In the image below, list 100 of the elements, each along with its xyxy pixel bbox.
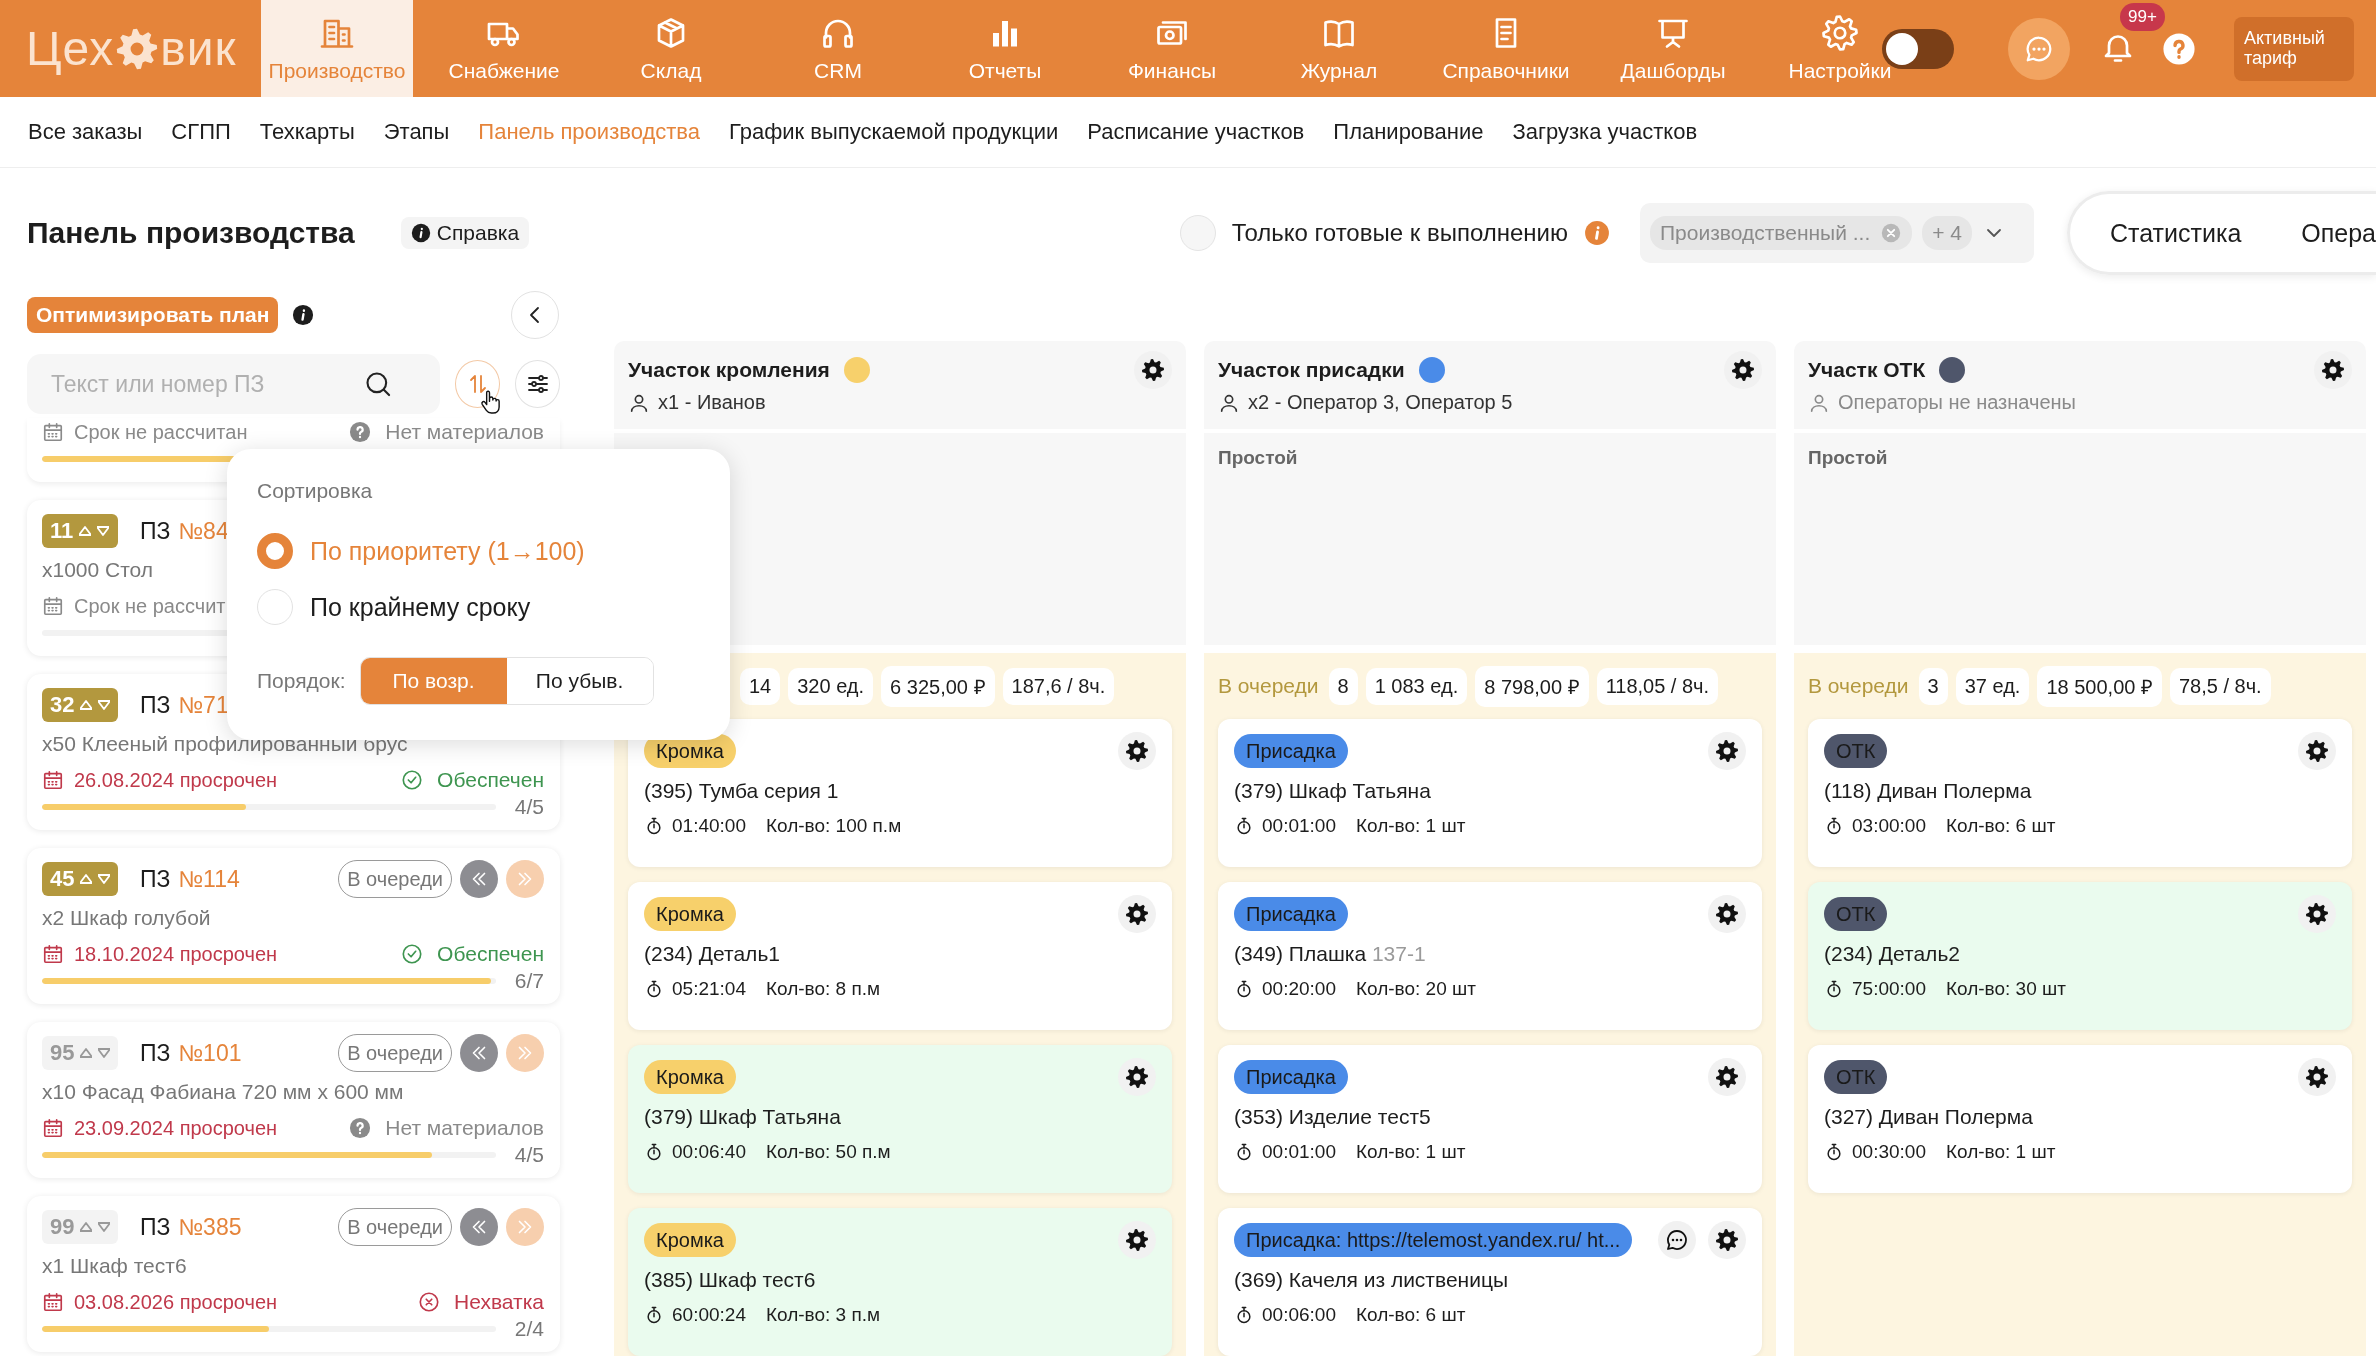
info-icon <box>1584 220 1610 246</box>
caret-down-icon <box>97 526 110 536</box>
settings-button[interactable] <box>1708 895 1746 933</box>
tariff-button[interactable]: Активный тариф <box>2234 16 2354 81</box>
help-link[interactable]: Справка <box>400 217 530 249</box>
task-quantity: Кол-во: 100 п.м <box>765 815 902 837</box>
help-icon[interactable] <box>2162 31 2196 66</box>
view-tab[interactable]: Опера <box>2301 218 2376 248</box>
subnav-link[interactable]: Все заказы <box>28 119 143 145</box>
task-title: (379) Шкаф Татьяна <box>644 1105 842 1129</box>
settings-button[interactable] <box>2314 351 2352 389</box>
task-title: (118) Диван Полерма <box>1824 779 2033 803</box>
check-circle-icon <box>401 769 424 791</box>
cross-circle-icon <box>418 1291 441 1313</box>
sort-option[interactable]: По крайнему сроку <box>257 589 700 625</box>
task-card[interactable]: Кромка (395) Тумба серия 1 01:40:00 Кол-во: 100 п.м <box>628 719 1172 867</box>
filter-button[interactable] <box>515 360 560 408</box>
subnav-link[interactable]: Планирование <box>1333 119 1484 145</box>
question-icon <box>349 421 372 443</box>
task-duration: 01:40:00 <box>672 815 746 837</box>
task-card[interactable]: Присадка (379) Шкаф Татьяна 00:01:00 Кол-во: 1 шт <box>1218 719 1762 867</box>
task-card[interactable]: ОТК (118) Диван Полерма 03:00:00 Кол-во: 6 шт <box>1808 719 2352 867</box>
caret-up-icon <box>80 1222 93 1232</box>
view-tab[interactable]: Статистика <box>2110 218 2242 248</box>
settings-icon <box>1141 358 1165 382</box>
radio-button[interactable] <box>1179 215 1216 251</box>
task-quantity: Кол-во: 20 шт <box>1355 978 1476 1000</box>
task-card[interactable]: ОТК (327) Диван Полерма 00:30:00 Кол-во: 1 шт <box>1808 1045 2352 1193</box>
deadline-text: Срок не рассчит <box>74 594 226 618</box>
status-tag: В очереди <box>338 860 452 898</box>
stopwatch-icon <box>1824 1142 1844 1162</box>
settings-button[interactable] <box>1118 895 1156 933</box>
gear-icon <box>115 26 160 71</box>
settings-button[interactable] <box>1724 351 1762 389</box>
order-title: x10 Фасад Фабиана 720 мм x 600 мм <box>42 1080 405 1104</box>
caret-down-icon <box>98 874 111 884</box>
stopwatch-icon <box>644 816 664 836</box>
settings-button[interactable] <box>2298 732 2336 770</box>
order-card[interactable]: 95 ПЗ №101 В очереди x10 Фасад Фабиана 720 мм x 600 мм 23.09.2024 просрочен Нет материалов 4/5 <box>27 1022 560 1178</box>
stopwatch-icon <box>1234 1305 1254 1325</box>
search-field[interactable]: Текст или номер ПЗ <box>27 354 440 414</box>
settings-button[interactable] <box>1118 732 1156 770</box>
stat-chip: 78,5 / 8ч. <box>2169 667 2271 705</box>
subnav-link[interactable]: СГПП <box>171 119 231 145</box>
move-back-button[interactable] <box>460 860 498 898</box>
settings-button[interactable] <box>2298 1058 2336 1096</box>
move-back-button[interactable] <box>460 1034 498 1072</box>
settings-icon <box>1822 14 1858 51</box>
settings-button[interactable] <box>1118 1221 1156 1259</box>
search-icon <box>364 370 392 398</box>
notification-badge: 99+ <box>2120 2 2165 31</box>
subnav-link[interactable]: Загрузка участков <box>1512 119 1698 145</box>
subnav-link[interactable]: Этапы <box>383 119 450 145</box>
logo-text: Цех <box>26 21 115 76</box>
task-card[interactable]: Присадка (353) Изделие тест5 00:01:00 Кол-во: 1 шт <box>1218 1045 1762 1193</box>
task-title: (349) Плашка 137-1 <box>1234 942 1427 966</box>
move-back-button[interactable] <box>460 1208 498 1246</box>
order-title: x2 Шкаф голубой <box>42 906 212 930</box>
subnav-link[interactable]: Расписание участков <box>1087 119 1305 145</box>
task-title: (395) Тумба серия 1 <box>644 779 840 803</box>
order-number: №84 <box>178 517 229 545</box>
order-card[interactable]: 99 ПЗ №385 В очереди x1 Шкаф тест6 03.08.2026 просрочен Нехватка 2/4 <box>27 1196 560 1352</box>
stopwatch-icon <box>1234 816 1254 836</box>
settings-button[interactable] <box>1118 1058 1156 1096</box>
queue-label: В очереди <box>1808 674 1909 698</box>
supply-status: Нет материалов <box>385 1116 544 1140</box>
operation-tag: ОТК <box>1824 1060 1888 1094</box>
settings-icon <box>1715 902 1739 926</box>
task-duration: 00:30:00 <box>1852 1141 1926 1163</box>
comment-button[interactable] <box>1658 1221 1696 1259</box>
settings-icon <box>1715 739 1739 763</box>
task-quantity: Кол-во: 1 шт <box>1945 1141 2056 1163</box>
progress-count: 6/7 <box>513 969 544 993</box>
order-card[interactable]: 45 ПЗ №114 В очереди x2 Шкаф голубой 18.10.2024 просрочен Обеспечен 6/7 <box>27 848 560 1004</box>
task-card[interactable]: Присадка (349) Плашка 137-1 00:20:00 Кол-во: 20 шт <box>1218 882 1762 1030</box>
status-tag: В очереди <box>338 1208 452 1246</box>
settings-icon <box>2305 902 2329 926</box>
column-title: Участк ОТК <box>1808 358 1926 382</box>
task-card[interactable]: Кромка (385) Шкаф тест6 60:00:24 Кол-во: 3 п.м <box>628 1208 1172 1356</box>
task-card[interactable]: Присадка: https://telemost.yandex.ru/ ht... (369) Качеля из лиственицы 00:06:00 Кол-во: 6 шт <box>1218 1208 1762 1356</box>
subnav-link[interactable]: Техкарты <box>259 119 355 145</box>
settings-button[interactable] <box>1708 1058 1746 1096</box>
settings-button[interactable] <box>1708 732 1746 770</box>
order-number: №101 <box>178 1039 242 1067</box>
task-duration: 05:21:04 <box>672 978 746 1000</box>
task-quantity: Кол-во: 50 п.м <box>765 1141 891 1163</box>
task-card[interactable]: Кромка (379) Шкаф Татьяна 00:06:40 Кол-во: 50 п.м <box>628 1045 1172 1193</box>
order-title: x1 Шкаф тест6 <box>42 1254 188 1278</box>
settings-button[interactable] <box>2298 895 2336 933</box>
task-card[interactable]: ОТК (234) Деталь2 75:00:00 Кол-во: 30 шт <box>1808 882 2352 1030</box>
task-card[interactable]: Кромка (234) Деталь1 05:21:04 Кол-во: 8 п.м <box>628 882 1172 1030</box>
stopwatch-icon <box>644 1142 664 1162</box>
stopwatch-icon <box>1824 979 1844 999</box>
stopwatch-icon <box>644 979 664 999</box>
subnav-link[interactable]: График выпускаемой продукции <box>729 119 1059 145</box>
settings-button[interactable] <box>1134 351 1172 389</box>
sliders-icon <box>525 372 550 396</box>
settings-button[interactable] <box>1708 1221 1746 1259</box>
operation-tag: Кромка <box>644 897 736 931</box>
supply-status: Нехватка <box>454 1290 544 1314</box>
